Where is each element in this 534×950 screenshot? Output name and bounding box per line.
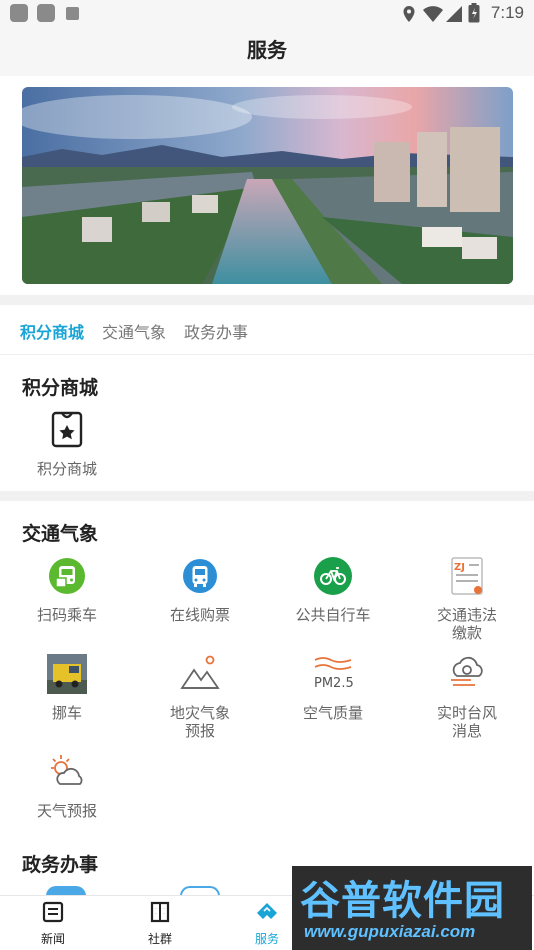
section-title-government: 政务办事 [22, 854, 99, 876]
watermark-logo: 谷普软件园 www.gupuxiazai.com [292, 866, 532, 950]
service-item-points-mall[interactable]: 积分商城 [12, 410, 122, 478]
app-header: 服务 [0, 28, 534, 76]
service-item-label: 空气质量 [302, 704, 363, 722]
category-tabs: 积分商城 交通气象 政务办事 [0, 305, 534, 355]
tab-traffic-weather[interactable]: 交通气象 [102, 319, 166, 343]
bus-ticket-icon [183, 559, 217, 593]
service-item-online-ticket[interactable]: 在线购票 [145, 556, 255, 624]
service-item-label: 挪车 [51, 704, 82, 722]
section-divider [0, 491, 534, 501]
nav-label: 新闻 [40, 932, 65, 946]
pm25-icon: PM2.5 [314, 657, 354, 691]
watermark-text: 谷普软件园 [300, 878, 505, 924]
service-item-label: 天气预报 [36, 802, 97, 820]
service-icon [257, 903, 277, 919]
svg-text:ZJ: ZJ [454, 562, 465, 573]
location-icon [403, 6, 415, 22]
service-item-label: 积分商城 [36, 460, 97, 478]
service-item-label: 扫码乘车 [36, 606, 97, 624]
tow-truck-icon [47, 654, 87, 694]
service-item-label: 交通违法 缴款 [436, 606, 497, 642]
service-item-label: 实时台风 消息 [436, 704, 497, 740]
mountain-icon [180, 655, 220, 689]
service-item-label: 在线购票 [169, 606, 230, 624]
tab-points-mall[interactable]: 积分商城 [20, 319, 84, 343]
battery-icon [468, 3, 480, 23]
weather-icon [51, 755, 83, 785]
service-item-air-quality[interactable]: PM2.5 空气质量 [278, 654, 388, 722]
service-item-traffic-fine[interactable]: ZJ 交通违法 缴款 [412, 556, 522, 642]
service-item-tow-car[interactable]: 挪车 [12, 654, 122, 722]
traffic-fine-icon: ZJ [451, 557, 483, 595]
section-divider [0, 295, 534, 305]
keyboard-icon [66, 7, 79, 20]
service-item-geo-disaster[interactable]: 地灾气象 预报 [145, 654, 255, 740]
page-title: 服务 [247, 38, 287, 62]
nav-item-community[interactable]: 社群 [125, 900, 195, 947]
community-icon [150, 901, 170, 923]
tab-government[interactable]: 政务办事 [184, 319, 248, 343]
clock: 7:19 [490, 3, 524, 22]
nav-item-news[interactable]: 新闻 [18, 900, 88, 947]
typhoon-icon [451, 656, 483, 686]
notification-icon [10, 4, 28, 22]
tag-icon [51, 411, 83, 448]
news-icon [42, 901, 64, 923]
wifi-icon [423, 6, 443, 22]
city-banner-image[interactable] [22, 87, 513, 284]
bus-scan-icon [49, 558, 85, 594]
service-item-public-bike[interactable]: 公共自行车 [278, 556, 388, 624]
service-item-scan-bus[interactable]: 扫码乘车 [12, 556, 122, 624]
bicycle-icon [314, 557, 352, 595]
nav-label: 社群 [147, 932, 172, 946]
svg-text:PM2.5: PM2.5 [314, 676, 353, 691]
service-item-label: 公共自行车 [295, 606, 371, 624]
notification-icon [37, 4, 55, 22]
service-item-typhoon[interactable]: 实时台风 消息 [412, 654, 522, 740]
status-bar: 7:19 [0, 0, 534, 28]
section-title-points-mall: 积分商城 [22, 377, 99, 399]
section-title-traffic-weather: 交通气象 [22, 523, 99, 545]
signal-icon [446, 6, 462, 22]
service-item-weather[interactable]: 天气预报 [12, 752, 122, 820]
service-item-label: 地灾气象 预报 [169, 704, 230, 740]
watermark-url: www.gupuxiazai.com [304, 922, 476, 941]
